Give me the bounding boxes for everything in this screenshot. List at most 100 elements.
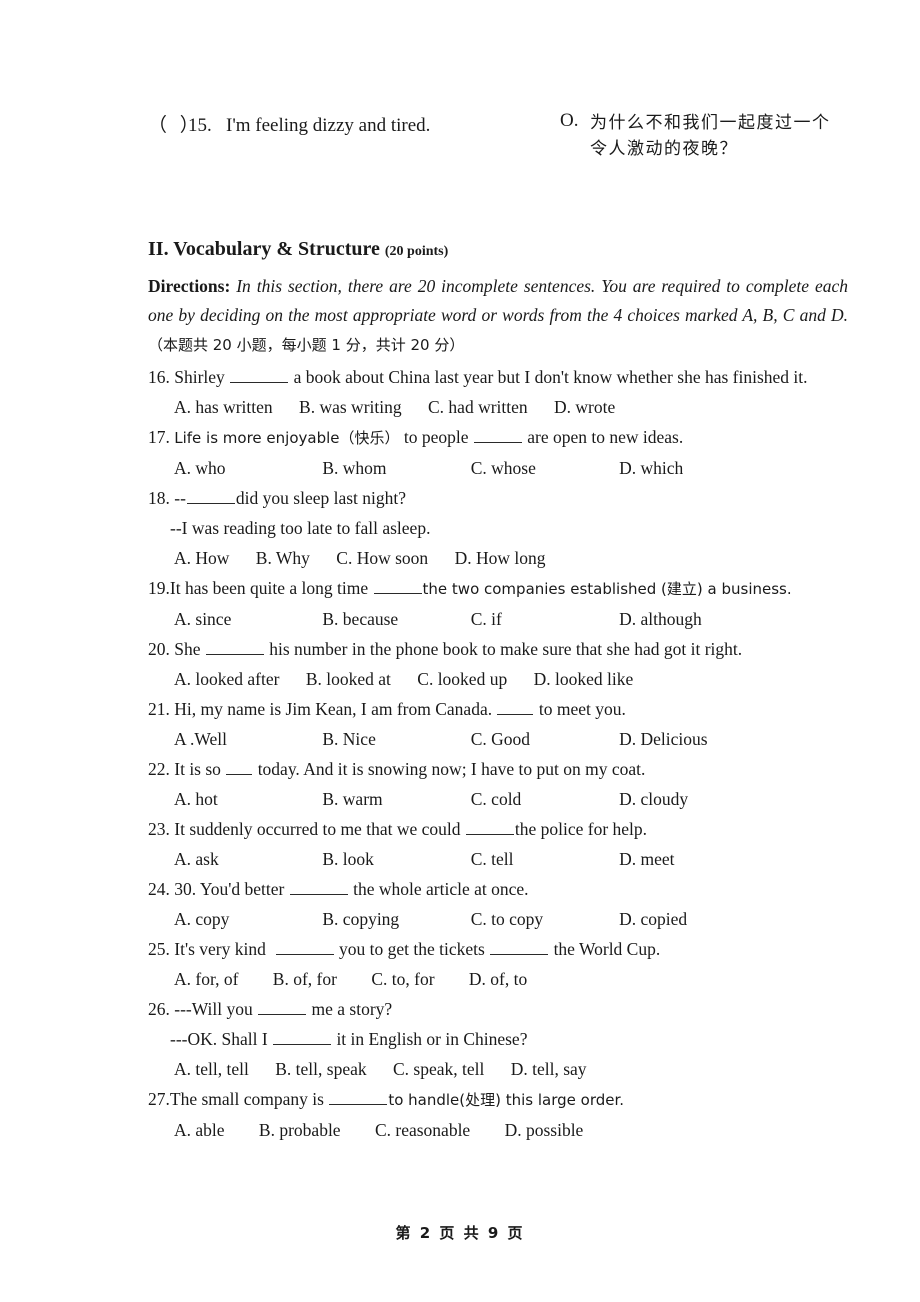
question-number: 24. <box>148 879 170 899</box>
answer-blank[interactable] <box>465 819 514 835</box>
directions-chinese: （本题共 20 小题，每小题 1 分，共计 20 分） <box>148 336 465 354</box>
stem-after-blank: to meet you. <box>538 699 626 719</box>
option-d[interactable]: D. looked like <box>534 664 634 694</box>
option-row: A. tell, tell B. tell, speak C. speak, t… <box>148 1054 854 1084</box>
question-stem: 23. It suddenly occurred to me that we c… <box>148 814 854 844</box>
option-c[interactable]: C. speak, tell <box>393 1054 484 1084</box>
answer-blank-2[interactable] <box>273 1029 332 1045</box>
reply-before-blank: ---OK. Shall I <box>170 1029 268 1049</box>
question-stem: 22. It is so today. And it is snowing no… <box>148 754 854 784</box>
option-a[interactable]: A. has written <box>174 392 273 422</box>
stem-before-blank: She <box>174 639 201 659</box>
question-stem: 17. Life is more enjoyable（快乐） to people… <box>148 422 854 453</box>
option-row: A. ask B. look C. tell D. meet <box>148 844 854 874</box>
option-d[interactable]: D. of, to <box>469 964 527 994</box>
option-a[interactable]: A. for, of <box>174 964 238 994</box>
stem-before-blank: It's very kind <box>174 939 266 959</box>
answer-bracket[interactable]: （ ） <box>148 110 199 137</box>
option-row: A. hot B. warm C. cold D. cloudy <box>148 784 854 814</box>
option-a[interactable]: A. looked after <box>174 664 279 694</box>
question-stem: 25. It's very kind you to get the ticket… <box>148 934 854 964</box>
answer-blank[interactable] <box>373 578 422 594</box>
option-b[interactable]: B. copying <box>322 904 466 934</box>
option-a[interactable]: A. ask <box>174 844 318 874</box>
stem-after-blank: me a story? <box>311 999 393 1019</box>
option-d[interactable]: D. How long <box>455 543 546 573</box>
option-a[interactable]: A. tell, tell <box>174 1054 249 1084</box>
option-d[interactable]: D. cloudy <box>619 784 688 814</box>
answer-blank-2[interactable] <box>490 939 549 955</box>
question-number: 26. <box>148 999 170 1019</box>
option-d[interactable]: D. which <box>619 453 683 483</box>
option-b[interactable]: B. probable <box>259 1115 341 1145</box>
question-stem: 21. Hi, my name is Jim Kean, I am from C… <box>148 694 854 724</box>
option-b[interactable]: B. whom <box>322 453 466 483</box>
option-b[interactable]: B. look <box>322 844 466 874</box>
option-d[interactable]: D. possible <box>505 1115 584 1145</box>
question-stem: 24. 30. You'd better the whole article a… <box>148 874 854 904</box>
question-stem: 20. She his number in the phone book to … <box>148 634 854 664</box>
option-d[interactable]: D. Delicious <box>619 724 707 754</box>
matching-item-15: （ ） 15. I'm feeling dizzy and tired. O. … <box>148 110 848 159</box>
option-d[interactable]: D. meet <box>619 844 674 874</box>
option-c[interactable]: C. How soon <box>336 543 428 573</box>
stem-after-blank: a book about China last year but I don't… <box>293 367 808 387</box>
answer-blank[interactable] <box>226 759 253 775</box>
stem-after-blank: the police for help. <box>514 819 648 839</box>
matching-item-left: （ ） 15. I'm feeling dizzy and tired. <box>148 110 430 137</box>
option-c[interactable]: C. looked up <box>417 664 507 694</box>
stem-after-blank: today. And it is snowing now; I have to … <box>257 759 646 779</box>
question-25: 25. It's very kind you to get the ticket… <box>148 934 854 994</box>
option-b[interactable]: B. Nice <box>322 724 466 754</box>
option-a[interactable]: A. hot <box>174 784 318 814</box>
option-row: A. since B. because C. if D. although <box>148 604 854 634</box>
question-17: 17. Life is more enjoyable（快乐） to people… <box>148 422 854 483</box>
option-d[interactable]: D. tell, say <box>511 1054 587 1084</box>
option-c[interactable]: C. to copy <box>471 904 615 934</box>
option-c[interactable]: C. whose <box>471 453 615 483</box>
option-d[interactable]: D. although <box>619 604 702 634</box>
reply-after-blank: it in English or in Chinese? <box>336 1029 528 1049</box>
stem-after-blank: the whole article at once. <box>353 879 529 899</box>
option-a[interactable]: A. How <box>174 543 229 573</box>
option-c[interactable]: C. had written <box>428 392 528 422</box>
option-b[interactable]: B. was writing <box>299 392 402 422</box>
question-number: 17. <box>148 427 170 447</box>
answer-blank[interactable] <box>329 1089 388 1105</box>
option-b[interactable]: B. because <box>322 604 466 634</box>
answer-blank[interactable] <box>473 427 522 443</box>
question-26: 26. ---Will you me a story? ---OK. Shall… <box>148 994 854 1084</box>
stem-after-blank: did you sleep last night? <box>235 488 407 508</box>
option-b[interactable]: B. looked at <box>306 664 391 694</box>
option-a[interactable]: A. copy <box>174 904 318 934</box>
option-a[interactable]: A. since <box>174 604 318 634</box>
answer-blank-1[interactable] <box>275 939 334 955</box>
option-row: A. who B. whom C. whose D. which <box>148 453 854 483</box>
option-c[interactable]: C. to, for <box>371 964 434 994</box>
option-b[interactable]: B. warm <box>322 784 466 814</box>
option-row: A. able B. probable C. reasonable D. pos… <box>148 1115 854 1145</box>
option-a[interactable]: A. who <box>174 453 318 483</box>
answer-blank[interactable] <box>258 999 307 1015</box>
option-d[interactable]: D. copied <box>619 904 687 934</box>
stem-mid: you to get the tickets <box>339 939 485 959</box>
option-b[interactable]: B. tell, speak <box>275 1054 366 1084</box>
option-d[interactable]: D. wrote <box>554 392 615 422</box>
option-b[interactable]: B. of, for <box>273 964 337 994</box>
directions-text: In this section, there are 20 incomplete… <box>148 276 848 325</box>
option-b[interactable]: B. Why <box>256 543 310 573</box>
option-a[interactable]: A .Well <box>174 724 318 754</box>
answer-blank[interactable] <box>205 639 264 655</box>
answer-blank[interactable] <box>289 879 348 895</box>
answer-blank[interactable] <box>497 699 534 715</box>
question-22: 22. It is so today. And it is snowing no… <box>148 754 854 814</box>
option-a[interactable]: A. able <box>174 1115 225 1145</box>
option-c[interactable]: C. if <box>471 604 615 634</box>
answer-blank[interactable] <box>186 488 235 504</box>
option-c[interactable]: C. Good <box>471 724 615 754</box>
option-c[interactable]: C. cold <box>471 784 615 814</box>
question-stem: 19.It has been quite a long time the two… <box>148 573 854 604</box>
option-c[interactable]: C. tell <box>471 844 615 874</box>
option-c[interactable]: C. reasonable <box>375 1115 470 1145</box>
answer-blank[interactable] <box>230 367 289 383</box>
